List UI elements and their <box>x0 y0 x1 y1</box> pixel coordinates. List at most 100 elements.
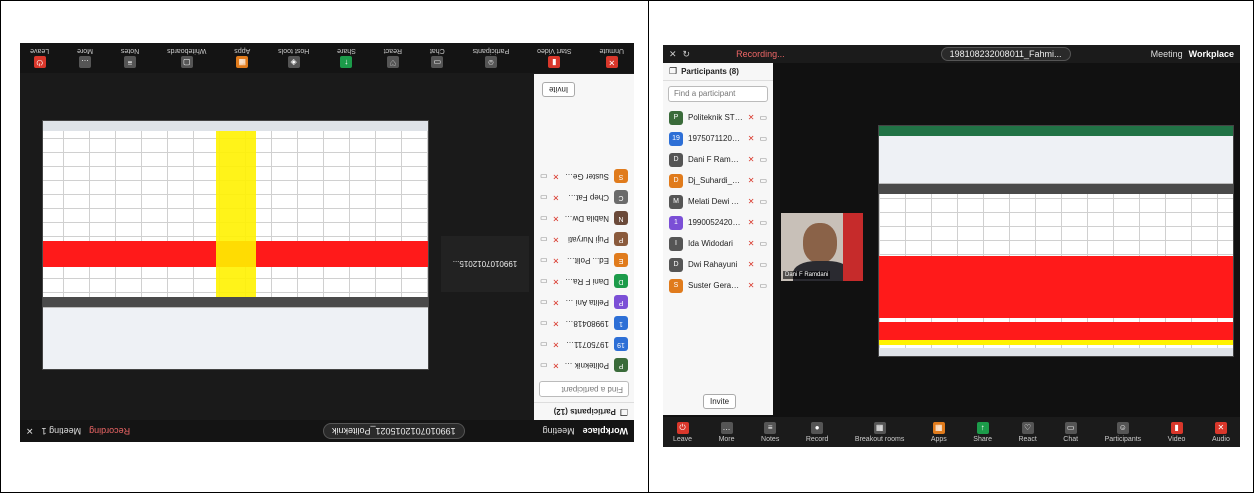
participant-row[interactable]: 1 199804182019021_Aldo_Dwi... ✕ ▭ <box>534 313 634 334</box>
participant-row[interactable]: D Dani F Ramdani ✕ ▭ <box>534 271 634 292</box>
right-title-bar: ✕ ↻ Recording... 198108232008011_Fahmi..… <box>663 45 1240 63</box>
sheet-tabs <box>43 121 428 131</box>
breakout-rooms-button[interactable]: ▦ Breakout rooms <box>855 421 904 443</box>
participant-row[interactable]: P Politeknik STIA LAN B... (Host, me) ✕ ▭ <box>663 107 773 128</box>
participants-button[interactable]: ☺ Participants <box>473 48 509 69</box>
participant-row[interactable]: P Pelita Ani P. Kurnia ✕ ▭ <box>534 292 634 313</box>
participant-row[interactable]: I Ida Widodari ✕ ▭ <box>663 233 773 254</box>
invite-button[interactable]: Invite <box>703 394 737 409</box>
participant-name: Politeknik STIA LAN B... (Host, me) <box>564 361 609 370</box>
start-video-button[interactable]: ▮ Start Video <box>537 48 572 69</box>
notes-button[interactable]: ≡ Notes <box>761 421 779 443</box>
participant-name: 199005242019021_Anggi Sya... <box>688 218 743 227</box>
participant-row[interactable]: 1 199005242019021_Anggi Sya... ✕ ▭ <box>663 212 773 233</box>
participant-name: Dani F Ramdani <box>688 155 743 164</box>
participant-name: Ida Widodari <box>688 239 733 248</box>
notes-button[interactable]: ≡ Notes <box>121 48 139 69</box>
recording-indicator[interactable]: Recording <box>89 426 130 436</box>
mic-muted-icon: ✕ <box>747 218 755 227</box>
participant-name: Dj_Suhardi_Politik STIA LAN Ban... <box>688 176 743 185</box>
participant-name: Dwi Rahayuni <box>688 260 738 269</box>
participant-row[interactable]: 19 197507112006011... (Co-host) ✕ ▭ <box>663 128 773 149</box>
meeting-id-tile: 1990107012015... <box>441 236 529 292</box>
host-tools-button[interactable]: ◈ Host tools <box>278 48 309 69</box>
audio-button[interactable]: ✕ Audio <box>1212 421 1230 443</box>
participant-row[interactable]: S Suster Gerakan Pahdi Asih ✕ ▭ <box>534 166 634 187</box>
camera-icon: ▭ <box>540 235 548 244</box>
participant-search-input[interactable]: Find a participant <box>668 86 768 102</box>
participant-row[interactable]: C Chep Fatmawati ✕ ▭ <box>534 187 634 208</box>
red-row-band-2 <box>879 322 1233 340</box>
participants-button[interactable]: ☺ Participants <box>1105 421 1141 443</box>
meeting-menu[interactable]: Meeting <box>543 426 575 436</box>
refresh-icon[interactable]: ↻ <box>683 49 691 60</box>
meeting-title-pill[interactable]: 198108232008011_Fahmi... <box>940 47 1071 61</box>
leave-button[interactable]: ⏻ Leave <box>30 48 49 69</box>
collapse-icon[interactable]: ❐ <box>620 406 628 417</box>
sheet-tabs <box>879 348 1233 356</box>
camera-icon: ▭ <box>759 155 767 164</box>
unmute-button[interactable]: ✕ Unmute <box>599 48 624 69</box>
camera-icon: ▭ <box>759 134 767 143</box>
mic-off-icon: ✕ <box>1214 421 1227 434</box>
close-icon[interactable]: ✕ <box>26 426 34 437</box>
react-button[interactable]: ♡ React <box>1018 421 1037 443</box>
right-participants-panel: ❐ Participants (8) Find a participant PP… <box>663 63 773 415</box>
leave-button[interactable]: ⏻ Leave <box>673 421 692 443</box>
participant-row[interactable]: S Suster Gerakan Pahdi Asih ✕ ▭ <box>663 275 773 296</box>
chat-button[interactable]: ▭ Chat <box>1063 421 1078 443</box>
camera-icon: ▭ <box>540 214 548 223</box>
avatar: 1 <box>614 316 628 331</box>
react-button[interactable]: ♡ React <box>384 48 402 69</box>
video-button[interactable]: ▮ Video <box>1168 421 1185 443</box>
camera-icon: ▭ <box>759 260 767 269</box>
whiteboards-button[interactable]: ▢ Whiteboards <box>167 48 206 69</box>
participant-row[interactable]: D Dwi Rahayuni ✕ ▭ <box>663 254 773 275</box>
participant-row[interactable]: N Nabila Dwivi Ayu ✕ ▭ <box>534 208 634 229</box>
record-icon: ● <box>811 421 824 434</box>
share-icon: ↑ <box>340 56 353 69</box>
participant-name: Puji Nuryati <box>568 235 609 244</box>
meeting-window-label: Meeting 1 <box>41 426 82 436</box>
avatar: E <box>614 253 628 268</box>
participant-row[interactable]: P Puji Nuryati ✕ ▭ <box>534 229 634 250</box>
apps-button[interactable]: ▦ Apps <box>234 48 250 69</box>
participant-row[interactable]: D Dj_Suhardi_Politik STIA LAN Ban... ✕ ▭ <box>663 170 773 191</box>
share-button[interactable]: ↑ Share <box>337 48 356 69</box>
chat-button[interactable]: ▭ Chat <box>430 48 445 69</box>
camera-icon: ▭ <box>759 239 767 248</box>
participant-row[interactable]: E Ed... Politeknik STIA LAN B... ✕ ▭ <box>534 250 634 271</box>
participant-name: Suster Gerakan Pahdi Asih <box>688 281 743 290</box>
participant-row[interactable]: 19 197507112006011... (Co-host) ✕ ▭ <box>534 334 634 355</box>
share-icon: ↑ <box>976 421 989 434</box>
collapse-icon[interactable]: ❐ <box>669 66 677 77</box>
invite-button[interactable]: Invite <box>542 82 576 97</box>
meeting-menu[interactable]: Meeting <box>1151 49 1183 59</box>
header-row <box>43 297 428 307</box>
more-button[interactable]: … More <box>77 48 93 69</box>
participant-row[interactable]: D Dani F Ramdani ✕ ▭ <box>663 149 773 170</box>
avatar: C <box>614 190 628 205</box>
participant-name: 199804182019021_Aldo_Dwi... <box>564 319 609 328</box>
avatar: 19 <box>614 337 628 352</box>
more-button[interactable]: … More <box>719 421 735 443</box>
participants-title: Participants (12) <box>553 407 616 416</box>
participant-row[interactable]: P Politeknik STIA LAN B... (Host, me) ✕ ▭ <box>534 355 634 376</box>
close-icon[interactable]: ✕ <box>669 49 677 60</box>
sheet-ribbon <box>879 136 1233 184</box>
meeting-title-pill[interactable]: 1990107012015021_Politeknik <box>323 423 465 439</box>
share-button[interactable]: ↑ Share <box>973 421 992 443</box>
record-button[interactable]: ● Record <box>806 421 828 443</box>
camera-icon: ▭ <box>540 193 548 202</box>
participant-name: Melati Dewi Asri <box>688 197 743 206</box>
left-title-bar: Workplace Meeting 1990107012015021_Polit… <box>20 420 634 442</box>
mic-muted-icon: ✕ <box>552 172 560 181</box>
recording-indicator[interactable]: Recording... <box>736 49 785 59</box>
apps-button[interactable]: ▦ Apps <box>931 421 947 443</box>
participant-row[interactable]: M Melati Dewi Asri ✕ ▭ <box>663 191 773 212</box>
avatar: N <box>614 211 628 226</box>
right-meeting-toolbar: ⏻ Leave … More ≡ Notes ● Record ▦ Breakout ro… <box>663 417 1240 447</box>
mic-muted-icon: ✕ <box>747 239 755 248</box>
camera-icon: ▭ <box>540 172 548 181</box>
participant-search-input[interactable]: Find a participant <box>539 381 629 397</box>
